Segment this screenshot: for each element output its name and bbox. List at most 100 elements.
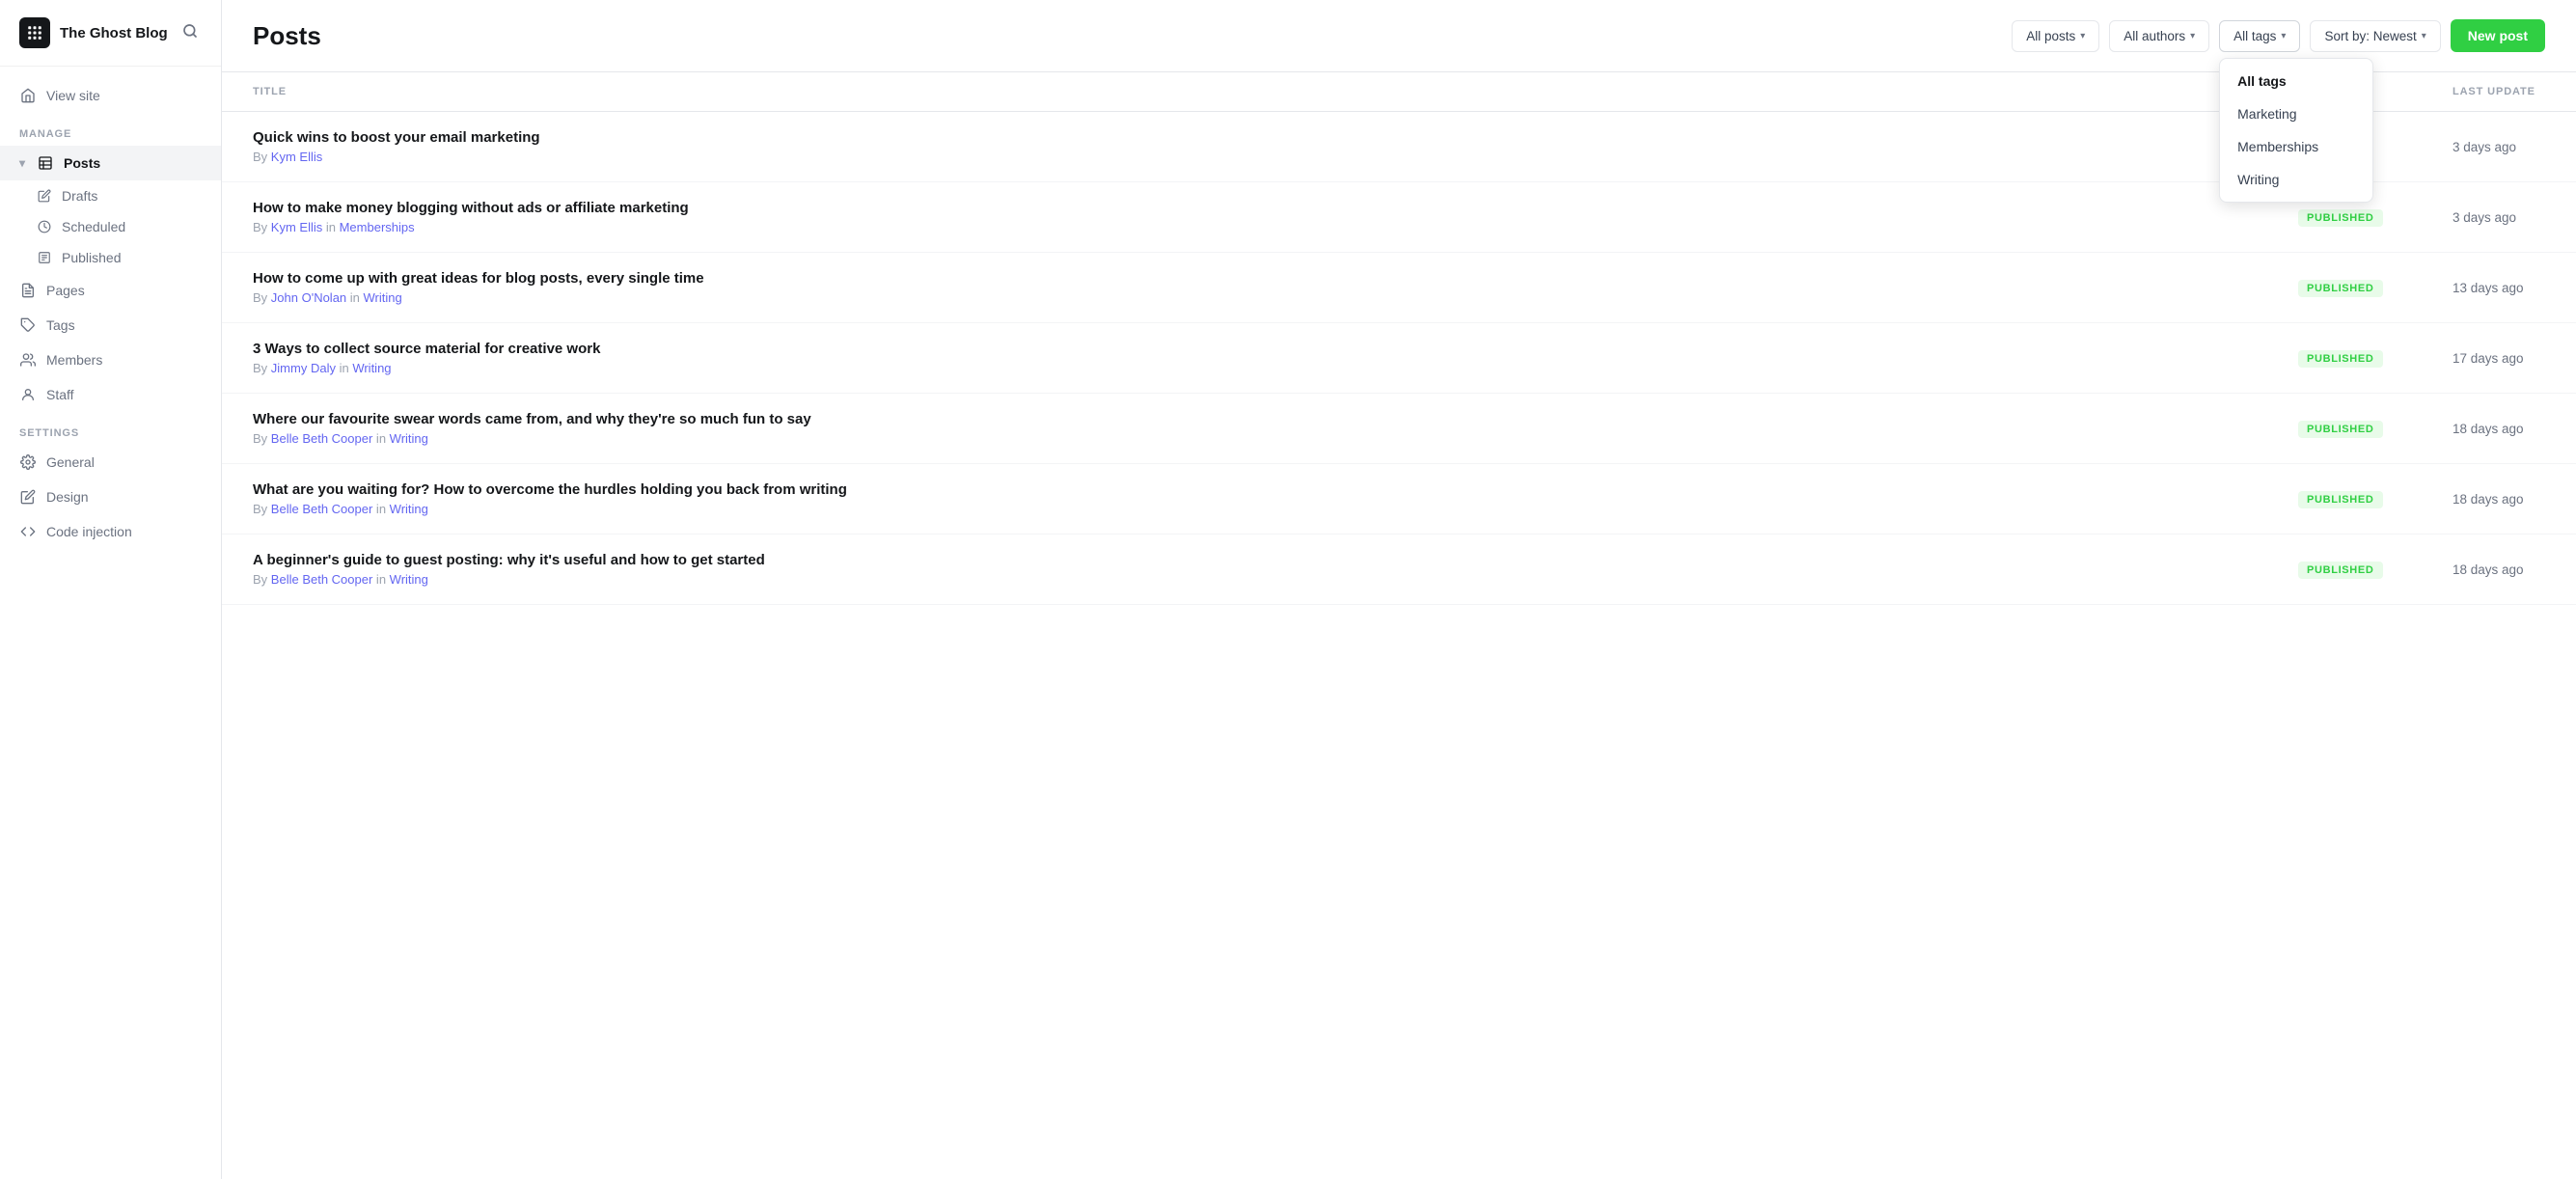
post-status-cell: PUBLISHED [2267,323,2422,394]
post-update: 13 days ago [2422,253,2576,323]
all-tags-chevron-icon: ▾ [2281,31,2286,41]
sort-label: Sort by: Newest [2324,29,2416,43]
all-posts-chevron-icon: ▾ [2080,31,2085,41]
post-status-cell: PUBLISHED [2267,535,2422,605]
post-meta: By Belle Beth Cooper in Writing [253,572,2236,587]
design-icon [19,488,37,506]
sidebar-item-staff[interactable]: Staff [0,377,221,412]
status-badge: PUBLISHED [2298,421,2383,438]
logo-icon [19,17,50,48]
post-title: How to make money blogging without ads o… [253,200,2236,216]
sidebar-item-code-injection[interactable]: Code injection [0,514,221,549]
post-update: 18 days ago [2422,394,2576,464]
sidebar-item-tags[interactable]: Tags [0,308,221,343]
post-title-cell: 3 Ways to collect source material for cr… [222,323,2267,394]
dropdown-item-marketing[interactable]: Marketing [2220,97,2372,130]
gear-icon [19,453,37,471]
post-update: 3 days ago [2422,112,2576,182]
manage-section-label: MANAGE [0,113,221,146]
post-update: 18 days ago [2422,464,2576,535]
post-title: How to come up with great ideas for blog… [253,270,2236,287]
staff-label: Staff [46,387,74,402]
status-badge: PUBLISHED [2298,562,2383,579]
status-badge: PUBLISHED [2298,209,2383,227]
drafts-label: Drafts [62,188,97,204]
post-tag: Memberships [340,220,415,234]
table-row[interactable]: 3 Ways to collect source material for cr… [222,323,2576,394]
col-last-update: LAST UPDATE [2422,72,2576,112]
sidebar-item-pages[interactable]: Pages [0,273,221,308]
post-tag: Writing [390,502,428,516]
page-title: Posts [253,21,321,51]
post-author: Belle Beth Cooper [271,502,373,516]
sidebar-item-view-site[interactable]: View site [0,78,221,113]
post-title-cell: Quick wins to boost your email marketing… [222,112,2267,182]
sidebar-item-scheduled[interactable]: Scheduled [0,211,221,242]
status-badge: PUBLISHED [2298,280,2383,297]
post-status-cell: PUBLISHED [2267,253,2422,323]
post-title-cell: A beginner's guide to guest posting: why… [222,535,2267,605]
pencil-icon [37,188,52,204]
scheduled-label: Scheduled [62,219,125,234]
design-label: Design [46,489,89,505]
all-posts-filter[interactable]: All posts ▾ [2012,20,2099,52]
blog-title: The Ghost Blog [60,25,168,41]
pages-label: Pages [46,283,85,298]
dropdown-item-all-tags[interactable]: All tags [2220,65,2372,97]
post-author: John O'Nolan [271,290,346,305]
members-icon [19,351,37,369]
code-icon [19,523,37,540]
post-author: Belle Beth Cooper [271,572,373,587]
post-update: 18 days ago [2422,535,2576,605]
published-label: Published [62,250,122,265]
dropdown-item-writing[interactable]: Writing [2220,163,2372,196]
tags-label: Tags [46,317,75,333]
dropdown-item-memberships[interactable]: Memberships [2220,130,2372,163]
post-meta: By Belle Beth Cooper in Writing [253,431,2236,446]
table-row[interactable]: Where our favourite swear words came fro… [222,394,2576,464]
post-meta: By Jimmy Daly in Writing [253,361,2236,375]
sidebar: The Ghost Blog View site MANAGE ▾ Posts [0,0,222,1179]
post-update: 17 days ago [2422,323,2576,394]
post-author: Kym Ellis [271,150,322,164]
status-badge: PUBLISHED [2298,350,2383,368]
post-title-cell: What are you waiting for? How to overcom… [222,464,2267,535]
new-post-button[interactable]: New post [2451,19,2545,52]
all-authors-filter[interactable]: All authors ▾ [2109,20,2209,52]
post-meta: By Kym Ellis in Memberships [253,220,2236,234]
chevron-down-icon: ▾ [19,156,25,170]
main-content: Posts All posts ▾ All authors ▾ All tags… [222,0,2576,1179]
post-tag: Writing [364,290,402,305]
post-status-cell: PUBLISHED [2267,394,2422,464]
post-author: Kym Ellis [271,220,322,234]
all-tags-filter[interactable]: All tags ▾ [2219,20,2300,52]
sidebar-item-members[interactable]: Members [0,343,221,377]
staff-icon [19,386,37,403]
general-label: General [46,454,95,470]
sidebar-item-posts[interactable]: ▾ Posts [0,146,221,180]
post-meta: By John O'Nolan in Writing [253,290,2236,305]
table-row[interactable]: What are you waiting for? How to overcom… [222,464,2576,535]
all-tags-label: All tags [2233,29,2276,43]
sidebar-header: The Ghost Blog [0,0,221,67]
status-badge: PUBLISHED [2298,491,2383,508]
post-tag: Writing [390,572,428,587]
posts-children: Drafts Scheduled Published [0,180,221,273]
header-controls: All posts ▾ All authors ▾ All tags ▾ All… [2012,19,2545,52]
sidebar-item-drafts[interactable]: Drafts [0,180,221,211]
post-author: Belle Beth Cooper [271,431,373,446]
sort-filter[interactable]: Sort by: Newest ▾ [2310,20,2440,52]
table-row[interactable]: A beginner's guide to guest posting: why… [222,535,2576,605]
pages-icon [19,282,37,299]
clock-icon [37,219,52,234]
posts-icon [37,154,54,172]
table-row[interactable]: How to come up with great ideas for blog… [222,253,2576,323]
search-button[interactable] [178,19,202,47]
post-title-cell: How to come up with great ideas for blog… [222,253,2267,323]
sidebar-item-published[interactable]: Published [0,242,221,273]
sidebar-item-general[interactable]: General [0,445,221,480]
post-meta: By Kym Ellis [253,150,2236,164]
sidebar-item-design[interactable]: Design [0,480,221,514]
sidebar-nav: View site MANAGE ▾ Posts Drafts [0,67,221,561]
post-tag: Writing [390,431,428,446]
